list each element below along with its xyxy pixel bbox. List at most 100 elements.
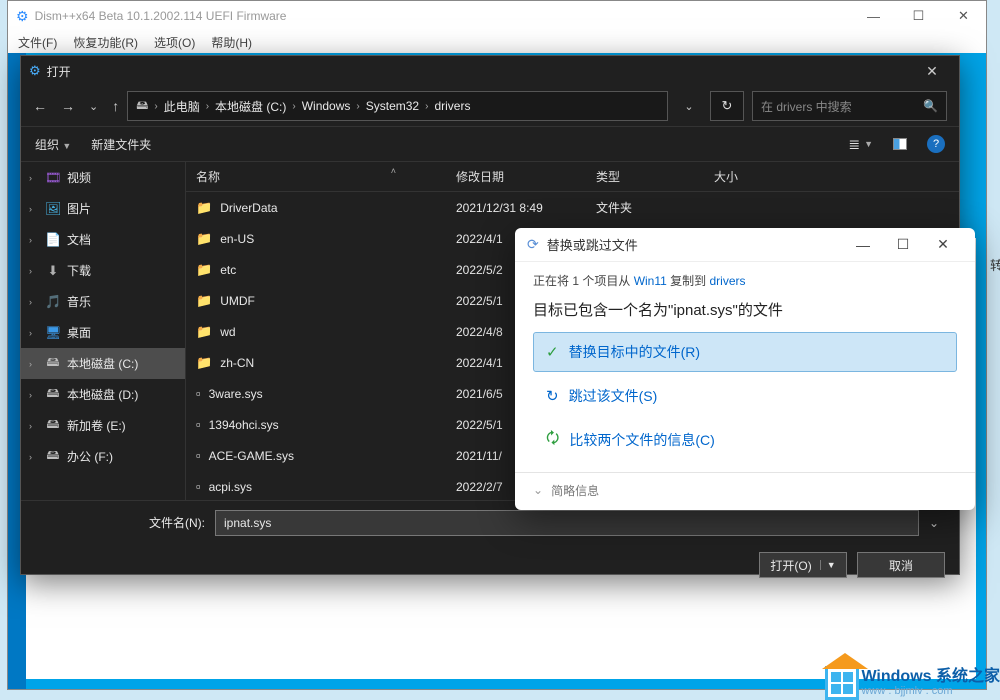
nav-forward-button[interactable]: → [61,98,75,114]
tree-label: 音乐 [67,293,91,310]
app-titlebar: ⚙ Dism++x64 Beta 10.1.2002.114 UEFI Firm… [8,1,986,31]
help-button[interactable]: ? [927,135,945,153]
copy-maximize-button[interactable]: ☐ [883,230,923,260]
folder-icon: 🖴 [45,415,61,437]
file-icon: ▫ [196,417,201,432]
file-name: 3ware.sys [209,387,263,401]
chevron-right-icon: › [29,297,39,307]
option-skip[interactable]: ↻ 跳过该文件(S) [533,376,957,416]
folder-icon: 🖴 [45,353,61,375]
close-button[interactable]: ✕ [941,1,986,31]
breadcrumb-item[interactable]: 此电脑 [164,98,200,115]
dialog-title: 打开 [47,63,913,80]
chevron-right-icon: › [154,101,157,112]
refresh-button[interactable]: ↻ [710,91,744,121]
option-replace[interactable]: ✓ 替换目标中的文件(R) [533,332,957,372]
search-icon: 🔍 [923,99,938,113]
folder-icon: 📁 [196,200,212,215]
organize-button[interactable]: 组织 ▼ [35,136,71,153]
nav-up-button[interactable]: ↑ [112,98,119,114]
new-folder-button[interactable]: 新建文件夹 [91,136,151,153]
search-placeholder: 在 drivers 中搜索 [761,98,923,115]
folder-icon: 📁 [196,293,212,308]
filename-input[interactable] [215,510,919,536]
search-input[interactable]: 在 drivers 中搜索 🔍 [752,91,947,121]
button-row: 打开(O)▼ 取消 [21,544,959,586]
option-compare[interactable]: 🗘 比较两个文件的信息(C) [533,420,957,460]
menu-options[interactable]: 选项(O) [154,34,195,51]
nav-recent-dropdown[interactable]: ⌄ [89,100,98,113]
copy-close-button[interactable]: ✕ [923,230,963,260]
breadcrumb-item[interactable]: 本地磁盘 (C:) [215,98,286,115]
filename-dropdown[interactable]: ⌄ [929,516,945,530]
file-name: wd [220,325,235,339]
cancel-button[interactable]: 取消 [857,552,945,578]
breadcrumb-item[interactable]: System32 [366,99,419,113]
watermark-logo [825,666,859,700]
sort-indicator-icon: ˄ [391,166,396,176]
nav-back-button[interactable]: ← [33,98,47,114]
minimize-button[interactable]: — [851,1,896,31]
toolbar: 组织 ▼ 新建文件夹 ≣ ▼ ? [21,126,959,162]
copy-dialog-titlebar: ⟳ 替换或跳过文件 — ☐ ✕ [515,228,975,262]
address-dropdown[interactable]: ⌄ [676,100,702,113]
menu-help[interactable]: 帮助(H) [211,34,252,51]
address-bar[interactable]: 🖴 › 此电脑 › 本地磁盘 (C:) › Windows › System32… [127,91,668,121]
watermark: Windows 系统之家 www . bjjmlv . com [825,666,1000,700]
chevron-right-icon: › [29,452,39,462]
copy-dialog-footer[interactable]: ⌄ 简略信息 [515,472,975,507]
menu-file[interactable]: 文件(F) [18,34,57,51]
file-name: 1394ohci.sys [209,418,279,432]
folder-icon: 📁 [196,324,212,339]
tree-item[interactable]: ›🎞视频 [21,162,185,193]
tree-item[interactable]: ›📄文档 [21,224,185,255]
folder-icon: ⬇ [45,263,61,279]
breadcrumb-item[interactable]: drivers [434,99,470,113]
tree-item[interactable]: ›🖼图片 [21,193,185,224]
file-icon: ▫ [196,386,201,401]
tree-item[interactable]: › 🎵 音乐 [21,286,185,317]
folder-icon: 🖥 [45,325,61,341]
tree-item[interactable]: ›🖴本地磁盘 (C:) [21,348,185,379]
breadcrumb-item[interactable]: Windows [302,99,351,113]
col-name[interactable]: 名称˄ [186,168,446,185]
chevron-down-icon: ▼ [820,560,836,570]
view-list-button[interactable]: ≣ ▼ [848,136,873,153]
tree-item[interactable]: ›🖴本地磁盘 (D:) [21,379,185,410]
copy-dest-link[interactable]: drivers [709,274,745,288]
tree-item[interactable]: ›🖥桌面 [21,317,185,348]
tree-label: 本地磁盘 (D:) [67,386,138,403]
dialog-close-button[interactable]: ✕ [913,63,951,80]
dialog-icon: ⚙ [29,63,41,79]
folder-icon: 🎵 [45,294,61,310]
chevron-right-icon: › [29,266,39,276]
chevron-down-icon: ▼ [864,139,873,149]
file-name: ACE-GAME.sys [209,449,294,463]
view-preview-button[interactable] [893,138,907,150]
folder-icon: 🖴 [45,384,61,406]
file-name: en-US [220,232,254,246]
copy-source-link[interactable]: Win11 [634,274,667,288]
folder-icon: 🖴 [45,446,61,468]
file-row[interactable]: 📁DriverData2021/12/31 8:49文件夹 [186,192,959,223]
open-button[interactable]: 打开(O)▼ [759,552,847,578]
col-type[interactable]: 类型 [586,168,704,185]
col-size[interactable]: 大小 [704,168,959,185]
tree-item[interactable]: ›⬇下载 [21,255,185,286]
menu-recover[interactable]: 恢复功能(R) [73,34,138,51]
copy-minimize-button[interactable]: — [843,230,883,260]
copy-info: 正在将 1 个项目从 Win11 复制到 drivers [533,272,957,289]
tree-item[interactable]: ›🖴新加卷 (E:) [21,410,185,441]
tree-item[interactable]: › 🖴 办公 (F:) [21,441,185,472]
tree-label: 本地磁盘 (C:) [67,355,138,372]
maximize-button[interactable]: ☐ [896,1,941,31]
copy-dialog-body: 正在将 1 个项目从 Win11 复制到 drivers 目标已包含一个名为"i… [515,262,975,472]
app-menubar: 文件(F) 恢复功能(R) 选项(O) 帮助(H) [8,31,986,53]
tree-label: 视频 [67,169,91,186]
file-name: UMDF [220,294,255,308]
file-icon: ▫ [196,479,201,494]
chevron-right-icon: › [292,101,295,112]
col-date[interactable]: 修改日期 [446,168,586,185]
chevron-down-icon: ⌄ [533,483,543,497]
tree-label: 办公 (F:) [67,448,113,465]
